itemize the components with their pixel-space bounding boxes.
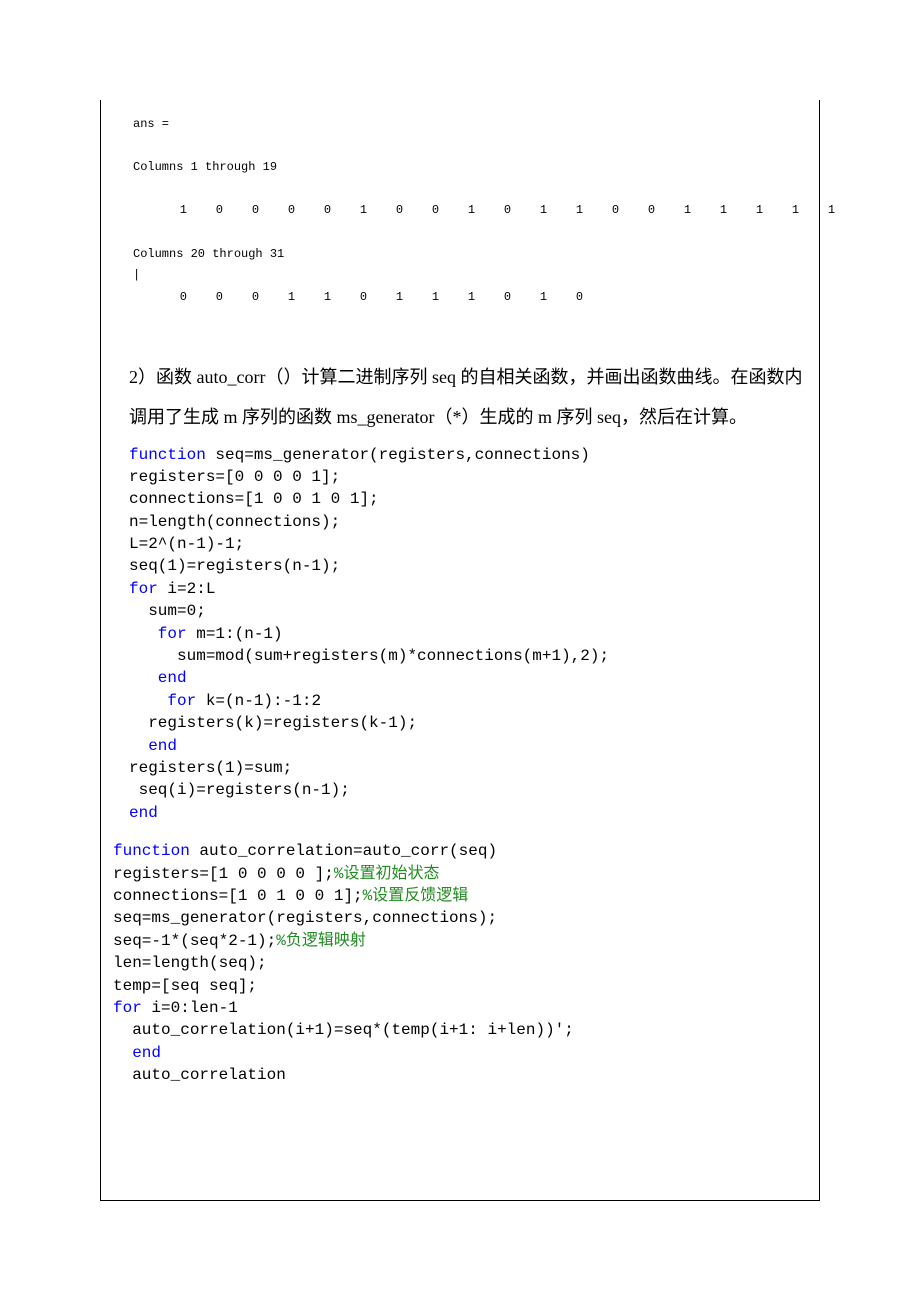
content-box: ans = Columns 1 through 19 1 0 0 0 0 1 0…	[100, 100, 820, 1200]
code-text: registers=[1 0 0 0 0 ];	[113, 865, 334, 883]
code-block-1: function seq=ms_generator(registers,conn…	[113, 444, 807, 825]
code-text: seq(i)=registers(n-1);	[129, 781, 350, 799]
paragraph-text: 2）函数 auto_corr（）计算二进制序列 seq 的自相关函数，并画出函数…	[113, 358, 807, 437]
columns-header-2: Columns 20 through 31	[133, 244, 807, 266]
code-text: k=(n-1):-1:2	[196, 692, 321, 710]
code-text: seq=ms_generator(registers,connections)	[206, 446, 590, 464]
keyword-function: function	[129, 446, 206, 464]
code-text: registers(k)=registers(k-1);	[129, 714, 417, 732]
code-text: len=length(seq);	[113, 954, 267, 972]
bottom-border	[100, 1200, 820, 1201]
cursor-bar: |	[133, 265, 807, 287]
code-text: L=2^(n-1)-1;	[129, 535, 244, 553]
code-text: i=2:L	[158, 580, 216, 598]
code-text: m=1:(n-1)	[187, 625, 283, 643]
code-comment: %设置反馈逻辑	[363, 887, 469, 905]
keyword-end: end	[129, 669, 187, 687]
keyword-for: for	[113, 999, 142, 1017]
code-text: seq(1)=registers(n-1);	[129, 557, 340, 575]
ans-label: ans =	[133, 114, 807, 136]
code-text: connections=[1 0 0 1 0 1];	[129, 490, 379, 508]
code-text: registers=[0 0 0 0 1];	[129, 468, 340, 486]
code-comment: %设置初始状态	[334, 865, 440, 883]
keyword-for: for	[129, 625, 187, 643]
code-text: seq=ms_generator(registers,connections);	[113, 909, 497, 927]
keyword-for: for	[129, 692, 196, 710]
code-text: i=0:len-1	[142, 999, 238, 1017]
output-row-2: 0 0 0 1 1 0 1 1 1 0 1 0	[133, 287, 807, 309]
document-page: ans = Columns 1 through 19 1 0 0 0 0 1 0…	[0, 0, 920, 1302]
keyword-end: end	[129, 737, 177, 755]
matlab-output-block: ans = Columns 1 through 19 1 0 0 0 0 1 0…	[113, 108, 807, 328]
output-row-1: 1 0 0 0 0 1 0 0 1 0 1 1 0 0 1 1 1 1 1	[133, 200, 807, 222]
code-text: seq=-1*(seq*2-1);	[113, 932, 276, 950]
code-text: registers(1)=sum;	[129, 759, 292, 777]
keyword-for: for	[129, 580, 158, 598]
keyword-end: end	[129, 804, 158, 822]
code-text: n=length(connections);	[129, 513, 340, 531]
columns-header-1: Columns 1 through 19	[133, 157, 807, 179]
code-text: connections=[1 0 1 0 0 1];	[113, 887, 363, 905]
code-text: auto_correlation=auto_corr(seq)	[190, 842, 497, 860]
code-block-2: function auto_correlation=auto_corr(seq)…	[113, 840, 807, 1086]
code-text: auto_correlation(i+1)=seq*(temp(i+1: i+l…	[113, 1021, 574, 1039]
code-text: sum=0;	[129, 602, 206, 620]
keyword-end: end	[113, 1044, 161, 1062]
code-comment: %负逻辑映射	[276, 932, 366, 950]
code-text: temp=[seq seq];	[113, 977, 257, 995]
code-text: sum=mod(sum+registers(m)*connections(m+1…	[129, 647, 609, 665]
keyword-function: function	[113, 842, 190, 860]
code-text: auto_correlation	[113, 1066, 286, 1084]
